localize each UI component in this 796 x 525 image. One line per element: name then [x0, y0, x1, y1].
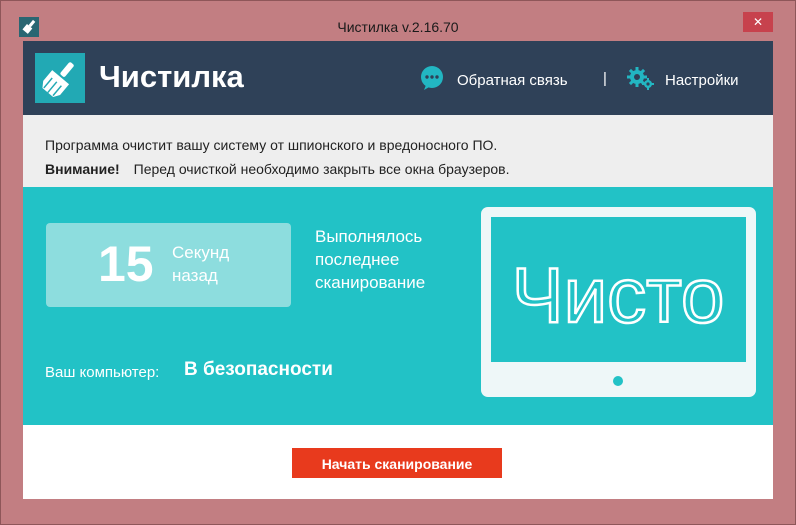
- start-scan-button[interactable]: Начать сканирование: [292, 448, 502, 478]
- status-panel: 15 Секунд назад Выполнялось последнее ск…: [23, 187, 773, 425]
- feedback-link[interactable]: Обратная связь: [419, 65, 568, 96]
- pc-status-value: В безопасности: [184, 359, 333, 380]
- feedback-label[interactable]: Обратная связь: [457, 72, 568, 89]
- app-title: Чистилка: [99, 59, 244, 94]
- monitor-illustration: Чисто: [481, 207, 756, 397]
- close-button[interactable]: ✕: [743, 12, 773, 32]
- caption-line: Выполнялось: [315, 227, 423, 246]
- window-title: Чистилка v.2.16.70: [337, 19, 459, 35]
- notice-line: Программа очистит вашу систему от шпионс…: [45, 137, 498, 153]
- seconds-ago-value: 15: [98, 236, 154, 292]
- settings-label[interactable]: Настройки: [665, 72, 739, 89]
- close-icon: ✕: [752, 15, 764, 29]
- settings-link[interactable]: Настройки: [627, 65, 739, 96]
- chat-bubble-icon: [419, 65, 445, 96]
- warning-text: Перед очисткой необходимо закрыть все ок…: [133, 161, 510, 177]
- last-scan-counter: 15 Секунд назад: [46, 223, 291, 307]
- app-window: Чистилка v.2.16.70 ✕ Чистилка Обратная с…: [0, 0, 796, 525]
- pc-status-label: Ваш компьютер:: [45, 364, 160, 381]
- unit-line: Секунд: [172, 243, 230, 262]
- attention-label: Внимание!: [45, 161, 120, 177]
- last-scan-caption: Выполнялось последнее сканирование: [315, 225, 465, 294]
- gears-icon: [627, 65, 655, 96]
- warning-line: Внимание! Перед очисткой необходимо закры…: [45, 161, 510, 177]
- caption-line: последнее: [315, 250, 400, 269]
- notice-panel: Программа очистит вашу систему от шпионс…: [23, 115, 773, 187]
- broom-icon: [35, 53, 85, 103]
- title-bar[interactable]: Чистилка v.2.16.70 ✕: [1, 1, 795, 37]
- client-area: Чистилка Обратная связь | Настройки Прог…: [23, 41, 773, 499]
- app-header: Чистилка Обратная связь | Настройки: [23, 41, 773, 115]
- nav-separator: |: [603, 70, 607, 87]
- clean-status-text: Чисто: [512, 251, 725, 339]
- unit-line: назад: [172, 266, 218, 285]
- caption-line: сканирование: [315, 273, 426, 292]
- footer: Начать сканирование: [23, 425, 773, 499]
- seconds-ago-unit: Секунд назад: [172, 241, 282, 287]
